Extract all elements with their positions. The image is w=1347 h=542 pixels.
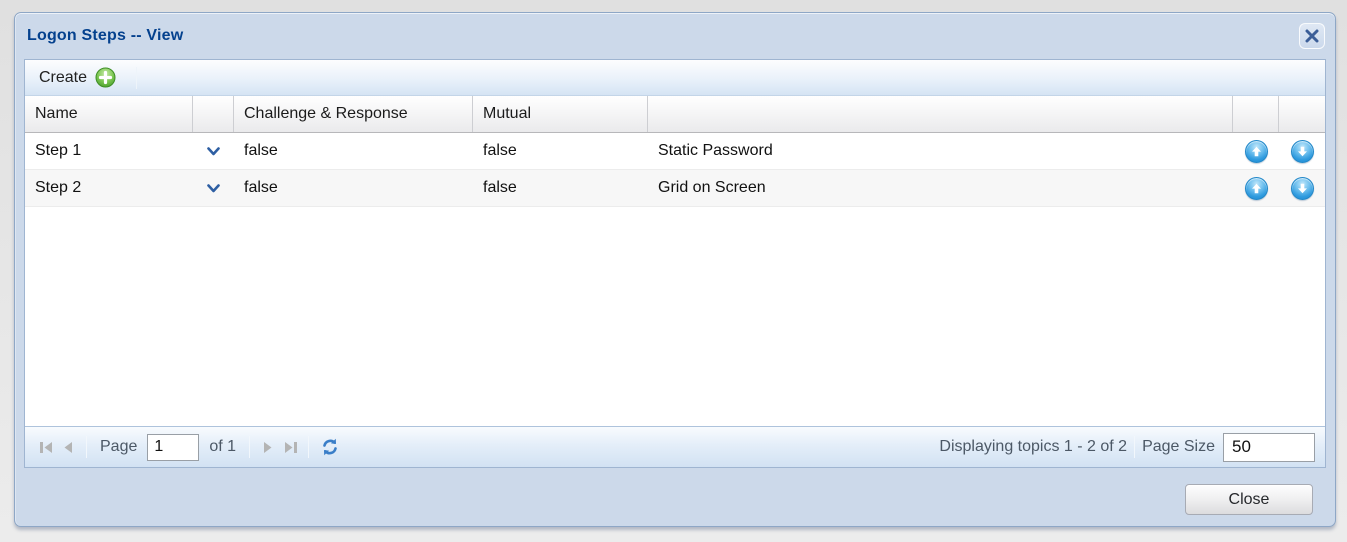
add-plus-icon [95,67,116,88]
window-close-button[interactable] [1299,23,1325,49]
close-button[interactable]: Close [1185,484,1313,515]
create-button-label: Create [39,69,87,87]
first-page-icon [38,440,55,455]
window-title: Logon Steps -- View [27,27,183,45]
prev-page-icon [61,440,75,455]
page-size-input[interactable] [1223,433,1315,462]
chevron-down-icon[interactable] [193,170,234,206]
paging-separator [308,436,309,458]
prev-page-button[interactable] [57,436,79,458]
logon-steps-grid-panel: Create Name Challe [24,59,1326,468]
paging-separator [1134,436,1135,458]
arrow-down-icon [1297,146,1308,157]
cell-name: Step 1 [25,133,193,169]
paging-separator [86,436,87,458]
page-of-label: of 1 [209,438,236,456]
next-page-icon [261,440,275,455]
window-titlebar: Logon Steps -- View [15,13,1335,59]
next-page-button[interactable] [257,436,279,458]
column-header-move-up[interactable] [1233,96,1279,132]
column-header-mutual[interactable]: Mutual [473,96,648,132]
cell-mutual: false [473,133,648,169]
page-number-input[interactable] [147,434,199,461]
last-page-button[interactable] [279,436,301,458]
page-label: Page [100,438,137,456]
page-size-label: Page Size [1142,438,1215,456]
cell-move-up [1233,170,1279,206]
cell-move-down [1279,170,1325,206]
cell-move-down [1279,133,1325,169]
cell-description: Static Password [648,133,1233,169]
cell-challenge-response: false [234,170,473,206]
close-x-icon [1305,29,1319,43]
grid-empty-area [25,207,1325,426]
chevron-down-icon[interactable] [193,133,234,169]
grid-header: Name Challenge & Response Mutual [25,96,1325,133]
column-header-expander[interactable] [193,96,234,132]
table-row-step-2[interactable]: Step 2 false false Grid on Screen [25,170,1325,207]
arrow-up-icon [1251,146,1262,157]
cell-name: Step 2 [25,170,193,206]
logon-steps-window: Logon Steps -- View Create [14,12,1336,527]
refresh-icon [320,437,340,457]
move-down-button[interactable] [1291,177,1314,200]
create-button[interactable]: Create [33,65,122,90]
grid-toolbar: Create [25,60,1325,96]
cell-description: Grid on Screen [648,170,1233,206]
move-down-button[interactable] [1291,140,1314,163]
cell-move-up [1233,133,1279,169]
cell-expander [193,170,234,206]
column-header-description[interactable] [648,96,1233,132]
cell-challenge-response: false [234,133,473,169]
move-up-button[interactable] [1245,177,1268,200]
column-header-name[interactable]: Name [25,96,193,132]
refresh-button[interactable] [318,435,342,459]
arrow-down-icon [1297,183,1308,194]
arrow-up-icon [1251,183,1262,194]
toolbar-separator [136,67,137,89]
displaying-status-text: Displaying topics 1 - 2 of 2 [939,438,1127,456]
column-header-challenge-response[interactable]: Challenge & Response [234,96,473,132]
paging-separator [249,436,250,458]
column-header-move-down[interactable] [1279,96,1325,132]
table-row-step-1[interactable]: Step 1 false false Static Password [25,133,1325,170]
paging-toolbar: Page of 1 [25,426,1325,467]
move-up-button[interactable] [1245,140,1268,163]
cell-expander [193,133,234,169]
last-page-icon [282,440,299,455]
first-page-button[interactable] [35,436,57,458]
cell-mutual: false [473,170,648,206]
